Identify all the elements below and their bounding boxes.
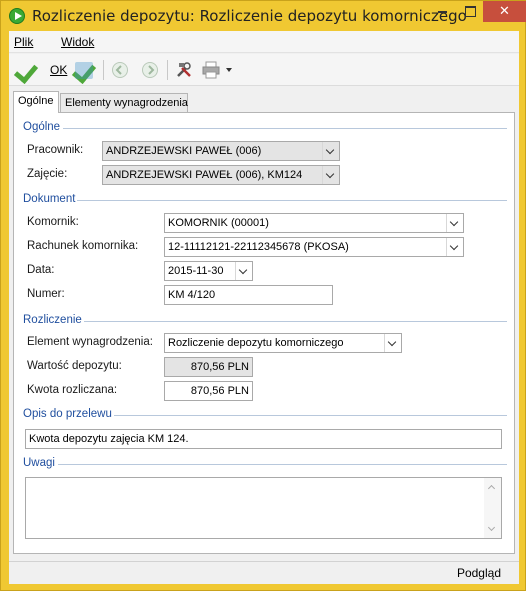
- apply-doc-icon: [75, 62, 93, 79]
- uwagi-memo[interactable]: [25, 477, 502, 539]
- zajecie-label: Zajęcie:: [27, 168, 68, 180]
- ok-button[interactable]: OK: [15, 59, 71, 81]
- tab-ogolne[interactable]: Ogólne: [13, 91, 59, 113]
- komornik-label: Komornik:: [27, 216, 79, 228]
- back-arrow-icon[interactable]: [112, 62, 128, 78]
- pracownik-label: Pracownik:: [27, 144, 84, 156]
- ok-check-icon: [15, 59, 37, 81]
- client-area: Plik Widok OK Ogólne Elementy wynagrodze…: [9, 31, 519, 584]
- element-wynagrodzenia-value: Rozliczenie depozytu komorniczego: [168, 337, 344, 349]
- kwota-rozliczana-field[interactable]: 870,56 PLN: [164, 381, 253, 401]
- numer-field[interactable]: KM 4/120: [164, 285, 333, 305]
- zajecie-value: ANDRZEJEWSKI PAWEŁ (006), KM124: [106, 169, 303, 181]
- komornik-value: KOMORNIK (00001): [168, 217, 269, 229]
- wartosc-depozytu-label: Wartość depozytu:: [27, 360, 122, 372]
- toolbar-separator: [103, 60, 104, 80]
- chevron-down-icon[interactable]: [235, 262, 252, 280]
- menu-item-plik[interactable]: Plik: [14, 35, 33, 49]
- section-title-uwagi: Uwagi: [23, 457, 55, 469]
- tab-strip: Ogólne Elementy wynagrodzenia: [9, 91, 519, 113]
- komornik-combo[interactable]: KOMORNIK (00001): [164, 213, 464, 233]
- scroll-down-icon[interactable]: [487, 523, 496, 532]
- application-window: Rozliczenie depozytu: Rozliczenie depozy…: [0, 0, 526, 591]
- menu-item-widok[interactable]: Widok: [61, 35, 94, 49]
- rachunek-label: Rachunek komornika:: [27, 240, 139, 252]
- section-divider: [84, 321, 507, 322]
- numer-label: Numer:: [27, 288, 65, 300]
- section-title-ogolne: Ogólne: [23, 121, 61, 133]
- data-value: 2015-11-30: [168, 265, 224, 277]
- apply-button[interactable]: [73, 59, 99, 81]
- tab-elementy-wynagrodzenia[interactable]: Elementy wynagrodzenia: [60, 93, 188, 113]
- dropdown-arrow-icon[interactable]: [224, 59, 234, 81]
- window-title: Rozliczenie depozytu: Rozliczenie depozy…: [32, 7, 467, 25]
- section-title-opis: Opis do przelewu: [23, 408, 112, 420]
- rachunek-combo[interactable]: 12-11112121-22112345678 (PKOSA): [164, 237, 464, 257]
- tab-panel-ogolne: Ogólne Pracownik: ANDRZEJEWSKI PAWEŁ (00…: [13, 112, 515, 554]
- section-divider: [58, 464, 507, 465]
- tools-icon[interactable]: [175, 59, 193, 81]
- date-picker[interactable]: 2015-11-30: [164, 261, 253, 281]
- section-divider: [77, 200, 507, 201]
- element-wynagrodzenia-combo[interactable]: Rozliczenie depozytu komorniczego: [164, 333, 402, 353]
- menu-bar: Plik Widok: [9, 31, 519, 53]
- status-podglad: Podgląd: [456, 566, 501, 580]
- app-icon: [9, 8, 25, 24]
- chevron-down-icon[interactable]: [322, 142, 339, 160]
- section-divider: [114, 415, 507, 416]
- ok-label: OK: [50, 63, 68, 77]
- print-icon[interactable]: [202, 59, 220, 81]
- pracownik-value: ANDRZEJEWSKI PAWEŁ (006): [106, 145, 262, 157]
- element-wynagrodzenia-label: Element wynagrodzenia:: [27, 336, 153, 348]
- toolbar: OK: [9, 54, 519, 86]
- scroll-up-icon[interactable]: [487, 484, 496, 493]
- section-title-dokument: Dokument: [23, 193, 76, 205]
- chevron-down-icon[interactable]: [446, 238, 463, 256]
- section-title-rozliczenie: Rozliczenie: [23, 314, 82, 326]
- data-label: Data:: [27, 264, 55, 276]
- title-bar[interactable]: Rozliczenie depozytu: Rozliczenie depozy…: [1, 1, 526, 31]
- minimize-button[interactable]: [429, 1, 456, 22]
- chevron-down-icon[interactable]: [446, 214, 463, 232]
- close-button[interactable]: ✕: [483, 1, 526, 22]
- wartosc-depozytu-field: 870,56 PLN: [164, 357, 253, 377]
- zajecie-combo[interactable]: ANDRZEJEWSKI PAWEŁ (006), KM124: [102, 165, 340, 185]
- status-bar: Podgląd: [9, 561, 519, 584]
- maximize-button[interactable]: [456, 1, 483, 22]
- opis-przelewu-field[interactable]: Kwota depozytu zajęcia KM 124.: [25, 429, 502, 449]
- chevron-down-icon[interactable]: [322, 166, 339, 184]
- forward-arrow-icon[interactable]: [142, 62, 158, 78]
- kwota-rozliczana-label: Kwota rozliczana:: [27, 384, 118, 396]
- rachunek-value: 12-11112121-22112345678 (PKOSA): [168, 241, 349, 253]
- pracownik-combo[interactable]: ANDRZEJEWSKI PAWEŁ (006): [102, 141, 340, 161]
- chevron-down-icon[interactable]: [384, 334, 401, 352]
- section-divider: [63, 128, 507, 129]
- uwagi-scrollbar[interactable]: [484, 478, 501, 538]
- toolbar-separator: [167, 60, 168, 80]
